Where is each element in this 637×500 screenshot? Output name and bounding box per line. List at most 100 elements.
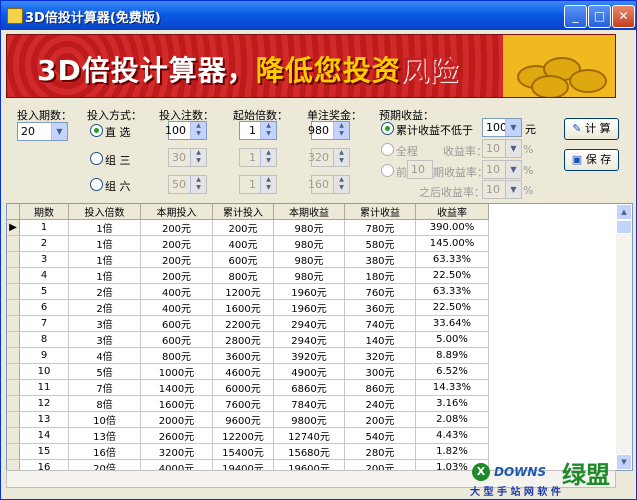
table-cell[interactable]: 2600元 [140,427,213,444]
table-cell[interactable]: 2800元 [212,331,274,348]
table-cell[interactable]: 1200元 [212,283,274,300]
row-indicator[interactable] [7,235,20,252]
table-cell[interactable]: 200元 [140,235,213,252]
table-cell[interactable]: 800元 [212,267,274,284]
notes-group3-stepper[interactable]: 30 ▲ ▼ [168,148,207,167]
table-cell[interactable]: 22.50% [415,299,489,316]
start-group6-stepper[interactable]: 1 ▲ ▼ [239,175,277,194]
table-cell[interactable]: 63.33% [415,283,489,300]
table-cell[interactable]: 1400元 [140,379,213,396]
table-row[interactable]: 6 2倍 400元 1600元 1960元 360元 22.50% [7,299,489,316]
table-cell[interactable]: 600元 [140,315,213,332]
table-cell[interactable]: 6860元 [273,379,345,396]
table-row[interactable]: 7 3倍 600元 2200元 2940元 740元 33.64% [7,315,489,332]
table-cell[interactable]: 4倍 [68,347,141,364]
table-cell[interactable]: 400元 [212,235,274,252]
table-cell[interactable]: 9800元 [273,411,345,428]
table-cell[interactable]: 1600元 [212,299,274,316]
table-cell[interactable]: 1倍 [68,235,141,252]
chevron-down-icon[interactable]: ▼ [51,123,67,140]
table-cell[interactable]: 13倍 [68,427,141,444]
save-button[interactable]: ▣ 保 存 [564,149,619,171]
chevron-down-icon[interactable]: ▼ [505,161,521,178]
table-cell[interactable]: 2.08% [415,411,489,428]
periods-select[interactable]: 20 ▼ [17,122,68,141]
table-cell[interactable]: 15400元 [212,443,274,460]
table-cell[interactable]: 3.16% [415,395,489,412]
start-direct-stepper[interactable]: 1 ▲ ▼ [239,121,277,140]
radio-full-rate-label[interactable]: 全程 [396,143,418,159]
table-row[interactable]: 9 4倍 800元 3600元 3920元 320元 8.89% [7,347,489,364]
table-cell[interactable]: 780元 [344,219,416,236]
table-cell[interactable]: 390.00% [415,219,489,236]
full-rate-select[interactable]: 10 ▼ [482,139,522,158]
table-cell[interactable]: 14 [19,427,69,444]
table-cell[interactable]: 1000元 [140,363,213,380]
table-cell[interactable]: 6000元 [212,379,274,396]
table-cell[interactable]: 200元 [344,411,416,428]
row-indicator[interactable] [7,427,20,444]
row-indicator[interactable] [7,267,20,284]
after-rate-select[interactable]: 10 ▼ [482,180,522,199]
table-cell[interactable]: 1倍 [68,267,141,284]
row-indicator[interactable] [7,283,20,300]
table-row[interactable]: 2 1倍 200元 400元 980元 580元 145.00% [7,235,489,252]
radio-group6-label[interactable]: 组 六 [105,178,131,194]
table-cell[interactable]: 980元 [273,267,345,284]
table-cell[interactable]: 600元 [140,331,213,348]
table-cell[interactable]: 980元 [273,235,345,252]
radio-direct[interactable] [90,124,103,137]
table-cell[interactable]: 860元 [344,379,416,396]
table-cell[interactable]: 12 [19,395,69,412]
table-cell[interactable]: 600元 [212,251,274,268]
table-cell[interactable]: 3倍 [68,331,141,348]
chevron-down-icon[interactable]: ▼ [505,140,521,157]
table-cell[interactable]: 180元 [344,267,416,284]
table-cell[interactable]: 1600元 [140,395,213,412]
table-cell[interactable]: 7840元 [273,395,345,412]
table-cell[interactable]: 200元 [212,219,274,236]
table-cell[interactable]: 240元 [344,395,416,412]
table-row[interactable]: 3 1倍 200元 600元 980元 380元 63.33% [7,251,489,268]
table-cell[interactable]: 2940元 [273,331,345,348]
prize-group6-stepper[interactable]: 160 ▲ ▼ [308,175,350,194]
first-n-input[interactable]: 10 [407,160,433,179]
table-cell[interactable]: 11 [19,379,69,396]
table-cell[interactable]: 360元 [344,299,416,316]
table-row[interactable]: 12 8倍 1600元 7600元 7840元 240元 3.16% [7,395,489,412]
table-cell[interactable]: 400元 [140,299,213,316]
table-cell[interactable]: 760元 [344,283,416,300]
table-row[interactable]: ▶ 1 1倍 200元 200元 980元 780元 390.00% [7,219,489,236]
vertical-scrollbar[interactable]: ▲ ▼ [616,204,632,470]
table-row[interactable]: 15 16倍 3200元 15400元 15680元 280元 1.82% [7,443,489,460]
close-icon[interactable]: ✕ [612,5,635,28]
table-cell[interactable]: 13 [19,411,69,428]
table-cell[interactable]: 300元 [344,363,416,380]
table-cell[interactable]: 1960元 [273,283,345,300]
table-cell[interactable]: 7倍 [68,379,141,396]
table-cell[interactable]: 7600元 [212,395,274,412]
row-indicator[interactable] [7,379,20,396]
table-cell[interactable]: 140元 [344,331,416,348]
first-n-rate-select[interactable]: 10 ▼ [482,160,522,179]
table-cell[interactable]: 8倍 [68,395,141,412]
table-cell[interactable]: 2940元 [273,315,345,332]
table-cell[interactable]: 22.50% [415,267,489,284]
table-cell[interactable]: 4.43% [415,427,489,444]
row-indicator[interactable] [7,443,20,460]
row-indicator[interactable] [7,411,20,428]
table-cell[interactable]: 10 [19,363,69,380]
table-cell[interactable]: 14.33% [415,379,489,396]
table-row[interactable]: 8 3倍 600元 2800元 2940元 140元 5.00% [7,331,489,348]
table-cell[interactable]: 12740元 [273,427,345,444]
row-indicator[interactable]: ▶ [7,219,20,236]
notes-group6-stepper[interactable]: 50 ▲ ▼ [168,175,207,194]
column-header[interactable]: 累计投入 [212,204,274,220]
row-indicator[interactable] [7,331,20,348]
table-cell[interactable]: 7 [19,315,69,332]
table-cell[interactable]: 8 [19,331,69,348]
table-row[interactable]: 13 10倍 2000元 9600元 9800元 200元 2.08% [7,411,489,428]
table-cell[interactable]: 15 [19,443,69,460]
table-cell[interactable]: 800元 [140,347,213,364]
table-cell[interactable]: 8.89% [415,347,489,364]
